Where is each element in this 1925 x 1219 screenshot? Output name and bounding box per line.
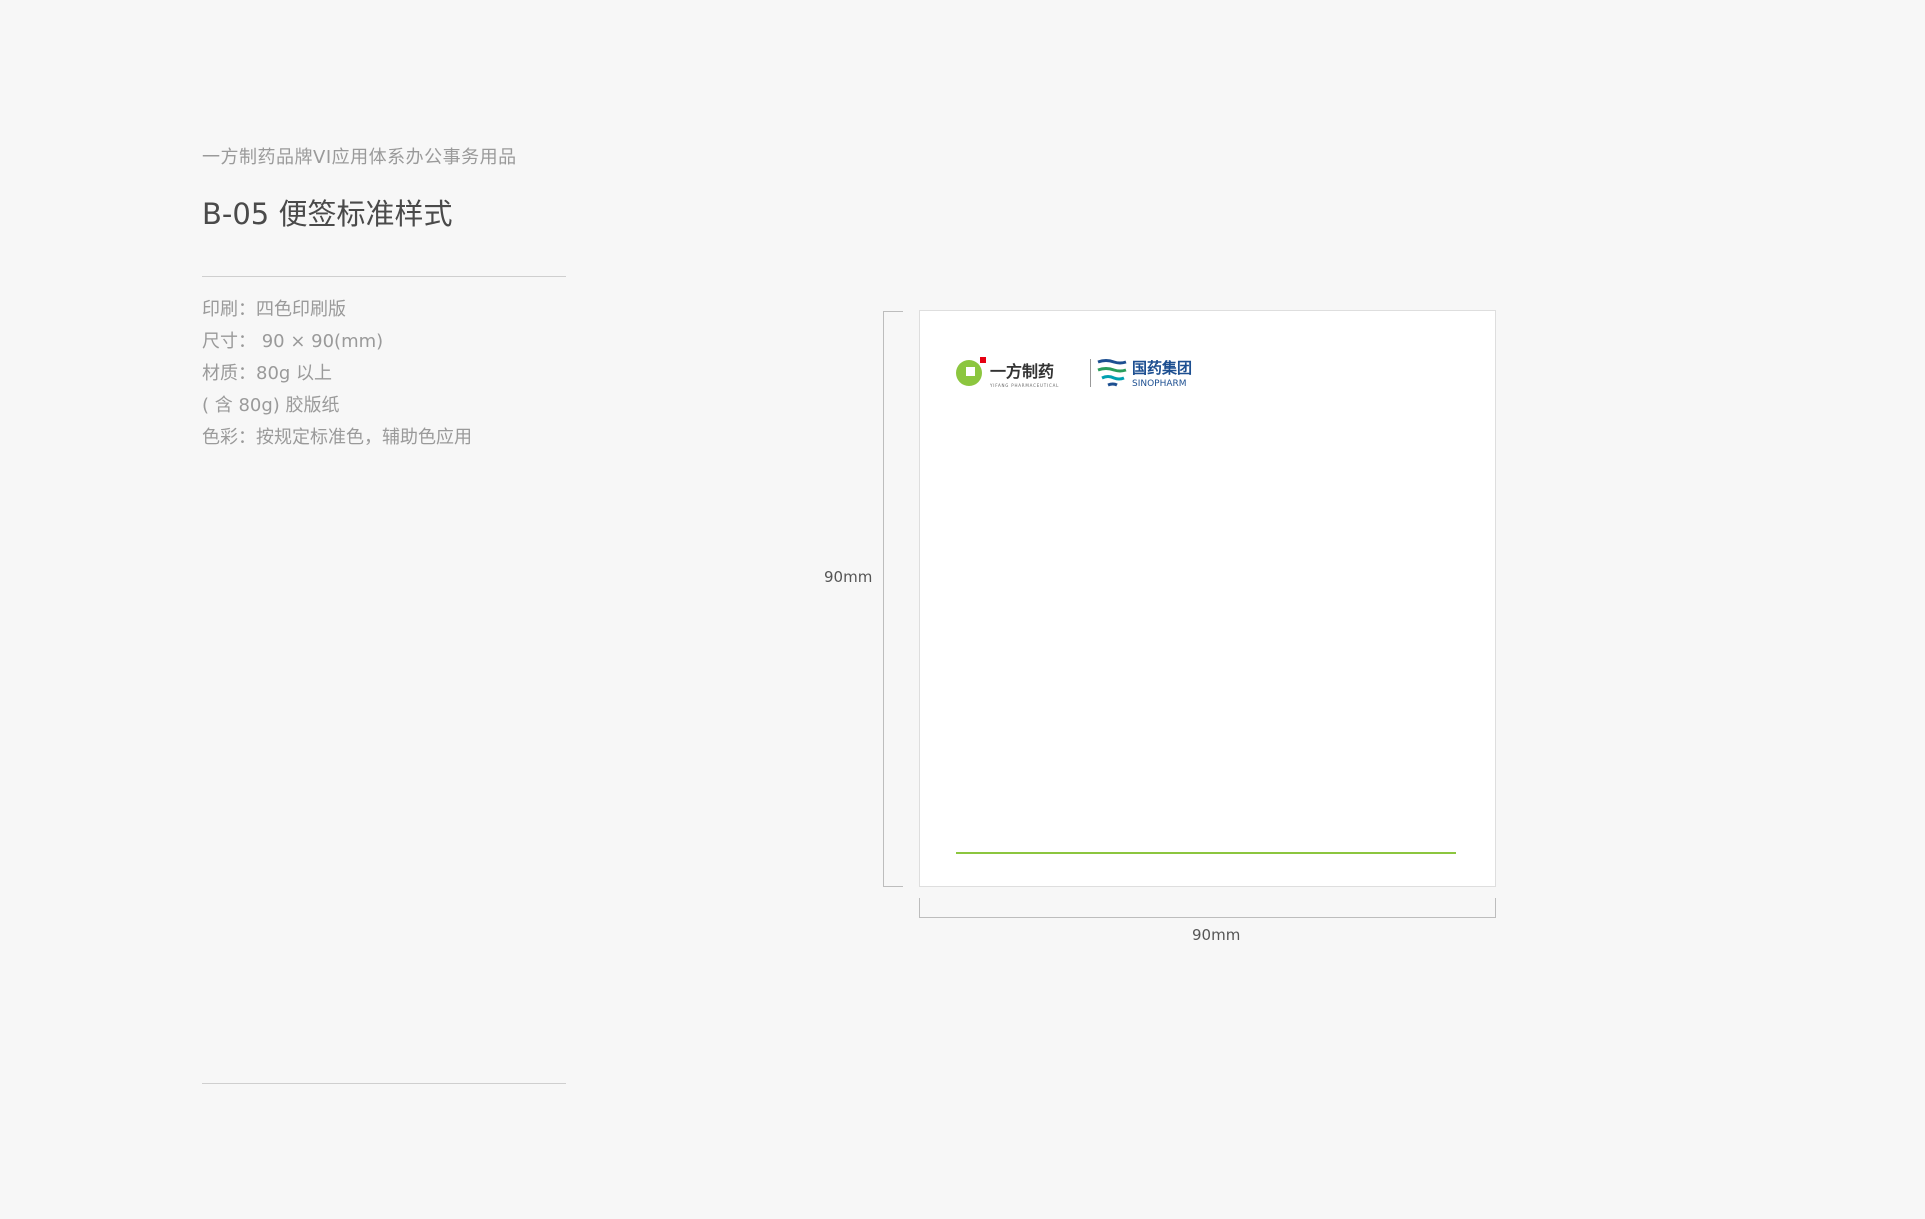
spec-material: 材质：80g 以上	[202, 363, 333, 384]
height-dimension-label: 90mm	[824, 568, 873, 586]
sinopharm-logo-name: 国药集团	[1132, 359, 1192, 377]
notepad-accent-line	[956, 852, 1456, 854]
spec-color: 色彩：按规定标准色，辅助色应用	[202, 427, 472, 448]
notepad-sheet: 一方制药 YIFANG PHARMACEUTICAL 国药集团 SINOPHAR…	[919, 310, 1496, 887]
width-dimension-label: 90mm	[1192, 926, 1241, 944]
top-divider	[202, 276, 566, 277]
page-title: B-05 便签标准样式	[202, 197, 453, 231]
sinopharm-wave-1	[1097, 359, 1127, 365]
bottom-divider	[202, 1083, 566, 1084]
height-bracket	[883, 311, 903, 887]
yifang-logo-name: 一方制药	[990, 362, 1054, 381]
sinopharm-wave-4	[1107, 382, 1118, 387]
sinopharm-wave-2	[1097, 367, 1127, 373]
yifang-logo: 一方制药 YIFANG PHARMACEUTICAL	[956, 357, 1059, 388]
sinopharm-logo: 国药集团 SINOPHARM	[1097, 359, 1192, 389]
notepad-logo: 一方制药 YIFANG PHARMACEUTICAL 国药集团 SINOPHAR…	[956, 357, 1192, 389]
spec-size: 尺寸： 90 × 90(mm)	[202, 331, 384, 352]
yifang-logo-square	[966, 367, 975, 376]
spec-printing: 印刷：四色印刷版	[202, 299, 346, 320]
yifang-logo-red-mark	[980, 357, 986, 363]
yifang-logo-tagline: YIFANG PHARMACEUTICAL	[989, 383, 1059, 388]
sinopharm-logo-tagline: SINOPHARM	[1132, 379, 1187, 389]
sinopharm-wave-3	[1101, 375, 1125, 381]
width-bracket	[919, 898, 1496, 918]
spec-list: 印刷：四色印刷版 尺寸： 90 × 90(mm) 材质：80g 以上 ( 含 8…	[202, 294, 472, 454]
spec-material-note: ( 含 80g) 胶版纸	[202, 395, 340, 416]
page-subtitle: 一方制药品牌VI应用体系办公事务用品	[202, 147, 517, 168]
logo-separator	[1090, 359, 1091, 387]
